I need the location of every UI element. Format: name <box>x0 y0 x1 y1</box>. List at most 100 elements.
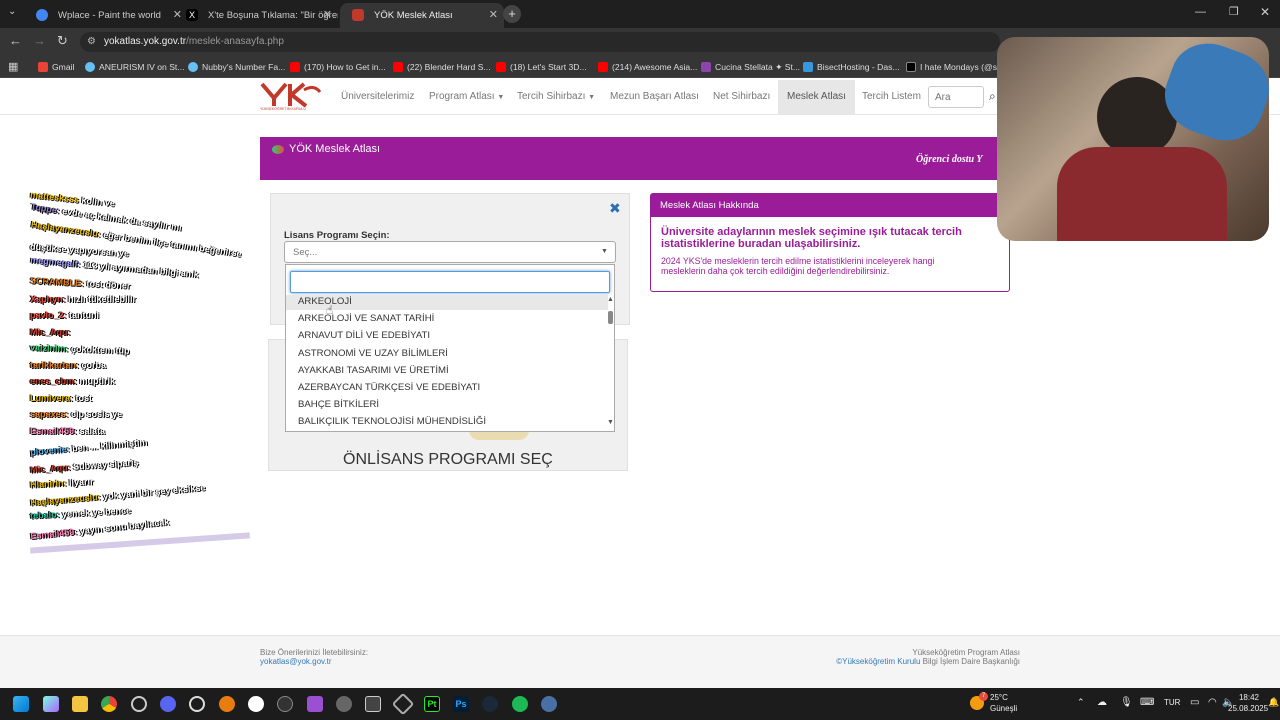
nav-mezun-basari-atlasi[interactable]: Mezun Başarı Atlası <box>610 80 699 114</box>
language-indicator[interactable]: TUR <box>1164 698 1180 707</box>
option-azerbaycan[interactable]: AZERBAYCAN TÜRKÇESİ VE EDEBİYATI <box>298 382 480 393</box>
chat-message: plovenie: ben ... kilinmiştim <box>30 437 148 457</box>
apps-grid-icon[interactable]: ▦ <box>8 60 18 73</box>
minimize-icon[interactable]: — <box>1195 6 1206 18</box>
option-arnavut-dili[interactable]: ARNAVUT DİLİ VE EDEBİYATI <box>298 330 430 341</box>
url-bar[interactable]: ⚙ yokatlas.yok.gov.tr/meslek-anasayfa.ph… <box>80 32 1000 52</box>
notification-bell-icon[interactable]: 🔔 <box>1268 697 1279 708</box>
steam-icon[interactable] <box>482 696 498 712</box>
discord-icon[interactable] <box>160 696 176 712</box>
nav-tercih-listem[interactable]: Tercih Listem <box>862 80 921 114</box>
bookmark-label: ANEURISM IV on St... <box>99 62 185 72</box>
bookmark-bisect[interactable]: BisectHosting - Das... <box>803 56 900 78</box>
github-icon[interactable] <box>277 696 293 712</box>
reload-icon[interactable]: ↻ <box>57 33 68 49</box>
option-bahce-bitkileri[interactable]: BAHÇE BİTKİLERİ <box>298 399 379 410</box>
about-header: Meslek Atlası Hakkında <box>651 194 1009 217</box>
cloud-icon[interactable]: ☁ <box>1097 697 1107 708</box>
close-tab-icon[interactable]: ✕ <box>489 3 498 28</box>
chat-text: liyarır <box>68 476 94 488</box>
chat-text: hızlı tüketilebilir <box>68 294 137 304</box>
site-info-icon[interactable]: ⚙ <box>87 32 96 52</box>
nav-net-sihirbazi[interactable]: Net Sihirbazı <box>713 80 770 114</box>
chat-text: yayın sonu bayılacak <box>79 516 170 537</box>
network-app-icon[interactable] <box>541 696 557 712</box>
close-icon[interactable]: ✖ <box>609 200 621 217</box>
keyboard-icon[interactable]: ⌨ <box>1140 697 1154 708</box>
wifi-icon[interactable]: ◠ <box>1208 697 1217 708</box>
tray-chevron-up-icon[interactable]: ⌃ <box>1077 697 1085 708</box>
option-ayakkabi[interactable]: AYAKKABI TASARIMI VE ÜRETİMİ <box>298 365 449 376</box>
settings-icon[interactable] <box>336 696 352 712</box>
dropdown-scrollbar[interactable]: ▲ ▼ <box>607 296 615 431</box>
spotify-icon[interactable] <box>512 696 528 712</box>
option-arkeoloji-sanat-tarihi[interactable]: ARKEOLOJİ VE SANAT TARİHİ <box>298 313 434 324</box>
app-icon[interactable] <box>365 696 381 712</box>
blender-icon[interactable] <box>219 696 235 712</box>
tab-yok[interactable]: YÖK Meslek Atlası ✕ <box>340 3 504 28</box>
pycharm-icon[interactable]: Pt <box>424 696 440 712</box>
unity-icon[interactable] <box>391 692 415 716</box>
maximize-icon[interactable]: ❐ <box>1229 5 1239 18</box>
close-window-icon[interactable]: ✕ <box>1260 5 1270 19</box>
chat-user: Esmail459: <box>30 426 78 436</box>
file-explorer-icon[interactable] <box>72 696 88 712</box>
chat-user: tarikkartan: <box>30 360 80 370</box>
site-search-input[interactable] <box>928 86 984 108</box>
yok-logo[interactable]: YÜKSEKÖĞRETİM KURULU <box>260 82 322 112</box>
forward-arrow-icon[interactable]: → <box>33 33 46 48</box>
new-tab-icon[interactable]: + <box>503 5 521 23</box>
bookmark-youtube-4[interactable]: (214) Awesome Asia... <box>598 56 697 78</box>
scroll-up-icon[interactable]: ▲ <box>607 296 614 303</box>
footer-yok-link[interactable]: ©Yükseköğretim Kurulu <box>836 657 920 666</box>
bookmark-cucina[interactable]: Cucina Stellata ✦ St... <box>701 56 800 78</box>
bookmark-youtube-3[interactable]: (18) Let's Start 3D... <box>496 56 587 78</box>
clock-time[interactable]: 18:42 <box>1233 693 1265 702</box>
bookmark-aneurism[interactable]: ANEURISM IV on St... <box>85 56 184 78</box>
chat-user: pavlo_2: <box>30 310 67 320</box>
chrome-icon[interactable] <box>101 696 117 712</box>
visual-studio-icon[interactable] <box>307 696 323 712</box>
bookmark-gmail[interactable]: Gmail <box>38 56 74 78</box>
search-app-icon[interactable] <box>189 696 205 712</box>
option-astronomi[interactable]: ASTRONOMİ VE UZAY BİLİMLERİ <box>298 348 448 359</box>
search-icon[interactable]: ⌕ <box>989 89 996 104</box>
chat-message: vaizinim: çokoktem tüp <box>30 342 130 355</box>
tab-search-icon[interactable]: ⌄ <box>8 6 16 17</box>
scroll-down-icon[interactable]: ▼ <box>607 419 614 426</box>
bookmark-youtube-1[interactable]: (170) How to Get in... <box>290 56 386 78</box>
bookmark-x[interactable]: I hate Mondays (@s... <box>906 56 1004 78</box>
x-icon <box>906 62 916 72</box>
bookmark-youtube-2[interactable]: (22) Blender Hard S... <box>393 56 491 78</box>
chat-user: enes_cbm: <box>30 376 78 386</box>
nav-meslek-atlasi[interactable]: Meslek Atlası <box>778 80 855 114</box>
microphone-icon[interactable]: 🎙 <box>1120 697 1133 708</box>
chat-user: Xaphyn: <box>30 294 66 304</box>
photoshop-icon[interactable]: Ps <box>453 696 469 712</box>
close-tab-icon[interactable]: ✕ <box>323 3 332 28</box>
tab-wplace[interactable]: Wplace - Paint the world ✕ <box>24 3 188 28</box>
option-arkeoloji[interactable]: ARKEOLOJİ <box>298 296 352 307</box>
tab-x[interactable]: X X'te Boşuna Tıklama: "Bir öğren ✕ <box>174 3 338 28</box>
option-balikcilik[interactable]: BALIKÇILIK TEKNOLOJİSİ MÜHENDİSLİĞİ <box>298 416 486 427</box>
footer-email-link[interactable]: yokatlas@yok.gov.tr <box>260 657 332 666</box>
windows-start-icon[interactable] <box>13 696 29 712</box>
lisans-select[interactable]: Seç... ▼ <box>284 241 616 263</box>
nav-universitelerimiz[interactable]: Üniversitelerimiz <box>341 80 414 114</box>
bookmark-nubby[interactable]: Nubby's Number Fa... <box>188 56 285 78</box>
obs-icon[interactable] <box>131 696 147 712</box>
nav-label: Tercih Sihirbazı <box>517 91 586 102</box>
unreal-icon[interactable] <box>248 696 264 712</box>
clock-date[interactable]: 25.08.2025 <box>1228 704 1268 713</box>
back-arrow-icon[interactable]: ← <box>9 33 22 48</box>
nav-program-atlasi[interactable]: Program Atlası ▼ <box>429 80 504 114</box>
nav-tercih-sihirbazi[interactable]: Tercih Sihirbazı ▼ <box>517 80 595 114</box>
chat-text: tost döner <box>86 278 131 291</box>
copilot-icon[interactable] <box>43 696 59 712</box>
scrollbar-thumb[interactable] <box>608 311 613 324</box>
display-icon[interactable]: ▭ <box>1190 697 1199 708</box>
webcam-overlay <box>997 37 1269 241</box>
caret-down-icon: ▼ <box>497 94 505 101</box>
dropdown-search-input[interactable] <box>290 271 610 293</box>
chat-user: plovenie: <box>29 443 71 458</box>
